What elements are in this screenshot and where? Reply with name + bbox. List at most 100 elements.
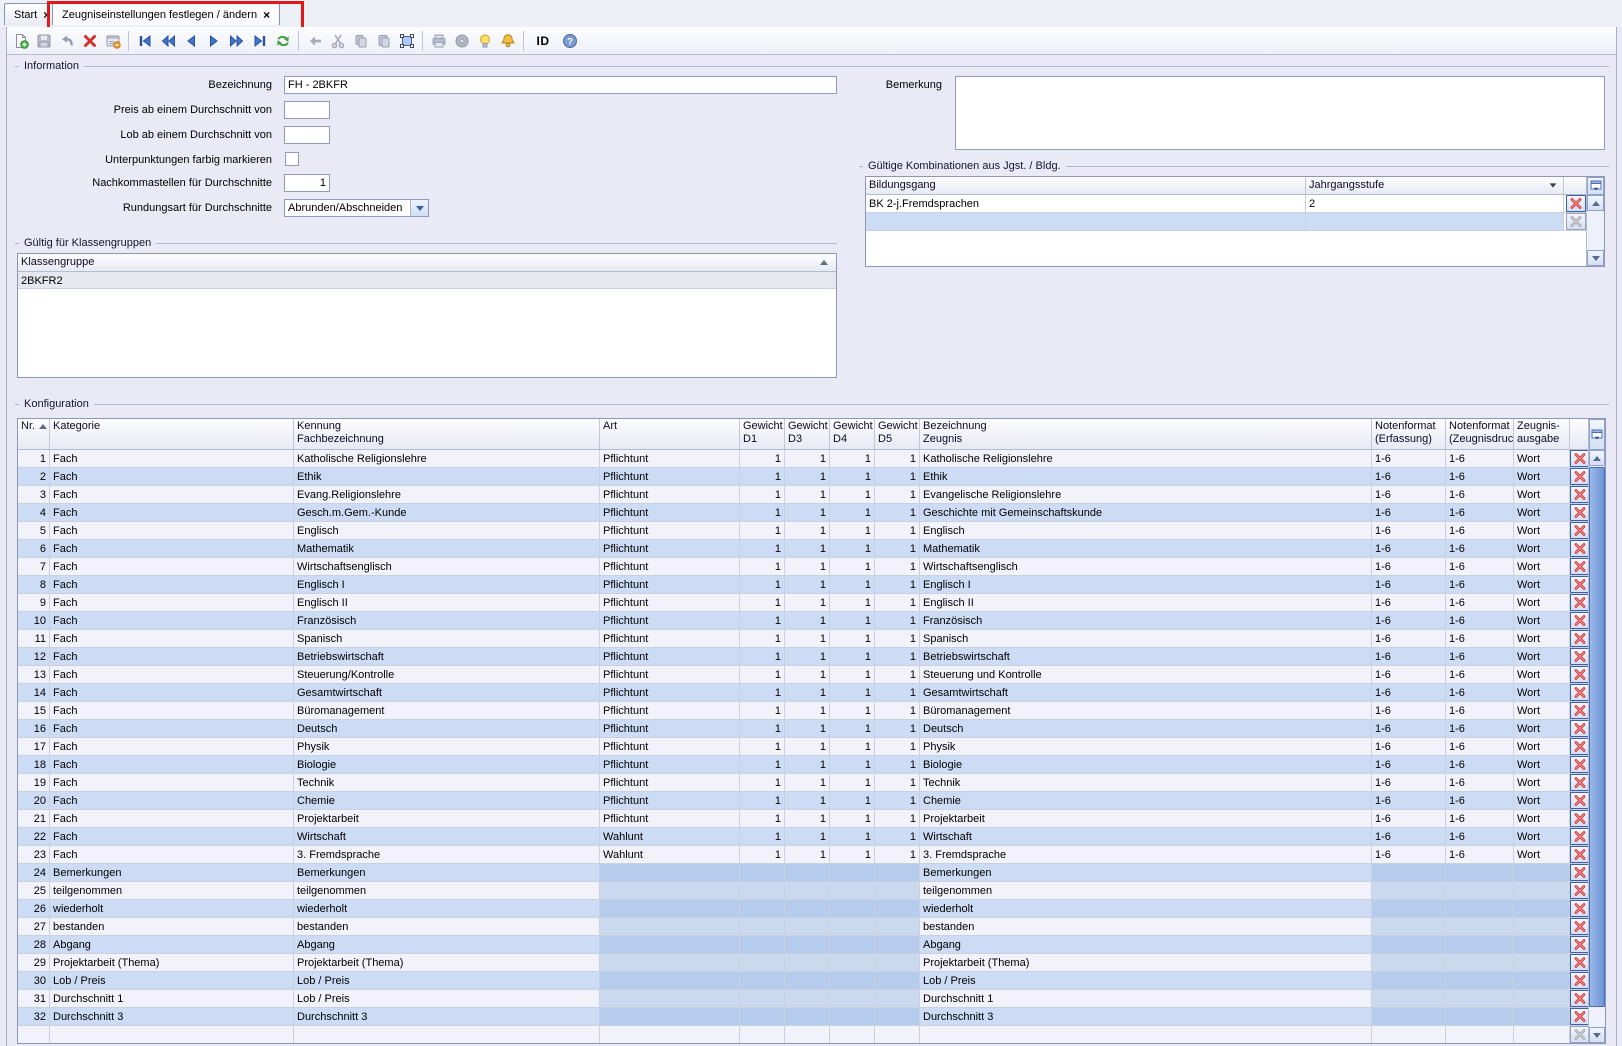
cell-kennung[interactable]: Evang.Religionslehre [294,486,600,504]
cell-bezeichnung-zeugnis[interactable]: Betriebswirtschaft [920,648,1372,666]
cell-gewicht-d5[interactable] [875,1026,920,1044]
bezeichnung-input[interactable] [284,76,837,94]
cell-art[interactable]: Pflichtunt [600,810,740,828]
cell-zeugnisausgabe[interactable]: Wort [1514,720,1570,738]
cell-nr[interactable]: 23 [18,846,50,864]
cell-gewicht-d1[interactable]: 1 [740,666,785,684]
cell-gewicht-d1[interactable]: 1 [740,828,785,846]
delete-row-button[interactable] [1570,864,1590,881]
cell-zeugnisausgabe[interactable] [1514,900,1570,918]
column-header-gewicht-d3[interactable]: GewichtD3 [785,419,830,449]
cell-nr[interactable]: 24 [18,864,50,882]
cell-notenformat-erfassung[interactable] [1372,990,1446,1008]
cell-gewicht-d4[interactable]: 1 [830,522,875,540]
cell-gewicht-d1[interactable]: 1 [740,594,785,612]
cell-notenformat-zeugnisdruck[interactable] [1446,990,1514,1008]
delete-icon[interactable] [78,29,101,53]
cell-zeugnisausgabe[interactable]: Wort [1514,684,1570,702]
cell-notenformat-zeugnisdruck[interactable] [1446,918,1514,936]
cell-gewicht-d5[interactable] [875,918,920,936]
cell-notenformat-erfassung[interactable] [1372,972,1446,990]
cell-gewicht-d3[interactable]: 1 [785,828,830,846]
cell-kategorie[interactable]: Bemerkungen [50,864,294,882]
column-header-nr[interactable]: Nr. [18,419,50,449]
cell-zeugnisausgabe[interactable]: Wort [1514,810,1570,828]
undo-icon[interactable] [55,29,78,53]
disc-icon[interactable] [450,29,473,53]
cell-zeugnisausgabe[interactable]: Wort [1514,828,1570,846]
cell-notenformat-erfassung[interactable] [1372,954,1446,972]
cell-notenformat-erfassung[interactable] [1372,882,1446,900]
cell-gewicht-d5[interactable]: 1 [875,612,920,630]
cell-art[interactable] [600,864,740,882]
cell-gewicht-d3[interactable]: 1 [785,792,830,810]
cell-zeugnisausgabe[interactable]: Wort [1514,666,1570,684]
cell-kategorie[interactable]: Fach [50,468,294,486]
field-chooser-icon[interactable] [1589,419,1605,450]
cell-notenformat-zeugnisdruck[interactable] [1446,900,1514,918]
cell-notenformat-erfassung[interactable] [1372,918,1446,936]
cell-gewicht-d5[interactable] [875,882,920,900]
cell-zeugnisausgabe[interactable]: Wort [1514,504,1570,522]
cell-kennung[interactable]: Katholische Religionslehre [294,450,600,468]
cell-zeugnisausgabe[interactable] [1514,936,1570,954]
cell-notenformat-erfassung[interactable] [1372,864,1446,882]
cell-kategorie[interactable]: Abgang [50,936,294,954]
cell-notenformat-zeugnisdruck[interactable]: 1-6 [1446,648,1514,666]
back-arrow-icon[interactable] [303,29,326,53]
delete-row-button[interactable] [1570,504,1590,521]
cell-gewicht-d3[interactable] [785,882,830,900]
cell-zeugnisausgabe[interactable]: Wort [1514,594,1570,612]
cell-gewicht-d3[interactable]: 1 [785,486,830,504]
cell-nr[interactable]: 31 [18,990,50,1008]
cell-gewicht-d3[interactable] [785,864,830,882]
cell-bezeichnung-zeugnis[interactable]: Bemerkungen [920,864,1372,882]
cell-gewicht-d5[interactable]: 1 [875,648,920,666]
cell-art[interactable]: Pflichtunt [600,468,740,486]
cell-kennung[interactable]: Abgang [294,936,600,954]
cell-zeugnisausgabe[interactable]: Wort [1514,648,1570,666]
cell-kennung[interactable]: Wirtschaft [294,828,600,846]
cell-gewicht-d4[interactable]: 1 [830,792,875,810]
delete-row-button[interactable] [1570,972,1590,989]
cell-nr[interactable]: 32 [18,1008,50,1026]
cell-art[interactable] [600,900,740,918]
cell-gewicht-d1[interactable] [740,972,785,990]
cell-bezeichnung-zeugnis[interactable]: Durchschnitt 3 [920,1008,1372,1026]
paste-icon[interactable] [372,29,395,53]
cell-notenformat-zeugnisdruck[interactable] [1446,864,1514,882]
cell-zeugnisausgabe[interactable]: Wort [1514,792,1570,810]
cell-kennung[interactable]: Französisch [294,612,600,630]
cell-kategorie[interactable]: Durchschnitt 3 [50,1008,294,1026]
cell-kategorie[interactable]: Fach [50,648,294,666]
delete-row-button[interactable] [1570,990,1590,1007]
cell-gewicht-d1[interactable]: 1 [740,738,785,756]
cell-zeugnisausgabe[interactable]: Wort [1514,612,1570,630]
cell-kennung[interactable]: Chemie [294,792,600,810]
cell-notenformat-zeugnisdruck[interactable]: 1-6 [1446,576,1514,594]
cell-gewicht-d5[interactable]: 1 [875,630,920,648]
cell-kennung[interactable]: Lob / Preis [294,972,600,990]
cell-gewicht-d4[interactable]: 1 [830,666,875,684]
cell-art[interactable]: Pflichtunt [600,540,740,558]
cell-art[interactable]: Pflichtunt [600,450,740,468]
delete-row-button[interactable] [1570,612,1590,629]
cell-kennung[interactable]: Ethik [294,468,600,486]
cell-kategorie[interactable]: Fach [50,630,294,648]
cell-gewicht-d5[interactable]: 1 [875,774,920,792]
cell-gewicht-d5[interactable]: 1 [875,450,920,468]
cell-gewicht-d4[interactable]: 1 [830,630,875,648]
cell-bezeichnung-zeugnis[interactable]: Wirtschaft [920,828,1372,846]
cell-kennung[interactable]: Englisch [294,522,600,540]
nav-first-icon[interactable] [133,29,156,53]
cell-art[interactable]: Pflichtunt [600,576,740,594]
cell-nr[interactable]: 16 [18,720,50,738]
select-region-icon[interactable] [395,29,418,53]
cell-nr[interactable]: 1 [18,450,50,468]
delete-row-button[interactable] [1570,846,1590,863]
column-header-notenformat-zeugnisdruck[interactable]: Notenformat(Zeugnisdruck) [1446,419,1514,449]
cell-notenformat-zeugnisdruck[interactable]: 1-6 [1446,594,1514,612]
cell-nr[interactable]: 29 [18,954,50,972]
cell-bezeichnung-zeugnis[interactable] [920,1026,1372,1044]
cell-gewicht-d1[interactable]: 1 [740,486,785,504]
